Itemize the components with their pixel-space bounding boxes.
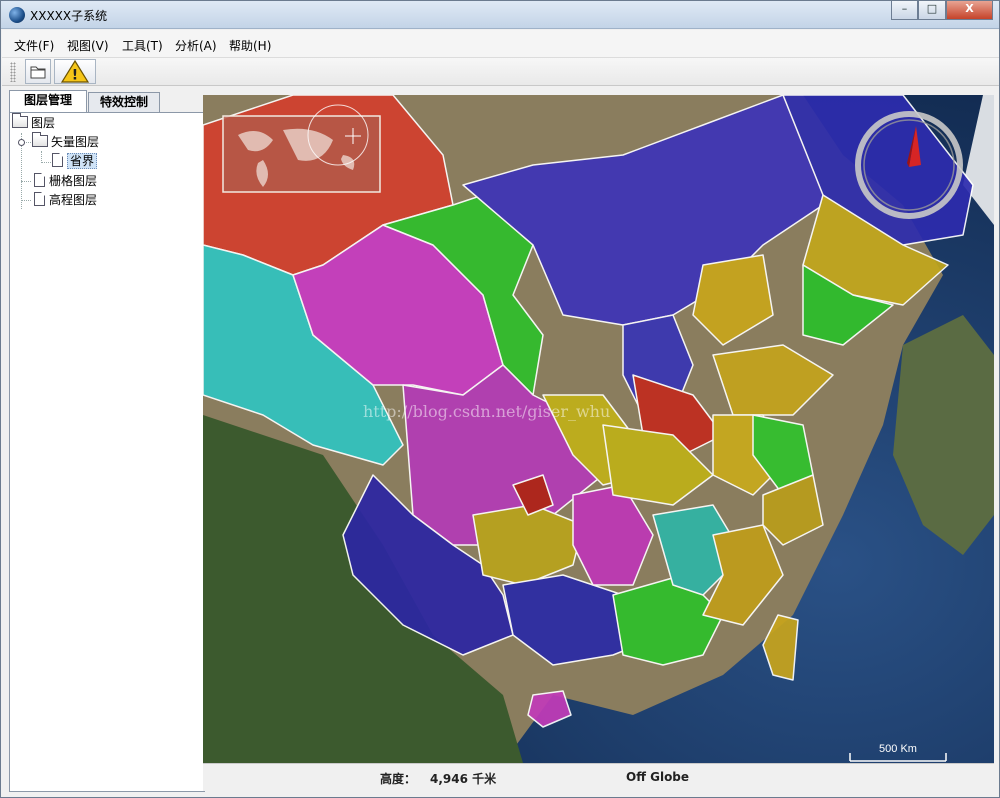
tree-connector xyxy=(21,200,31,201)
collapse-toggle-icon[interactable] xyxy=(17,138,26,147)
window-title: XXXXX子系统 xyxy=(30,9,108,23)
tab-effects-control[interactable]: 特效控制 xyxy=(88,92,160,112)
minimize-button[interactable]: – xyxy=(891,1,918,20)
file-icon xyxy=(34,192,45,206)
tree-node-label: 省界 xyxy=(67,153,98,169)
open-folder-icon xyxy=(30,66,46,79)
toolbar: ! xyxy=(2,58,999,86)
close-button[interactable]: X xyxy=(946,1,993,20)
tab-layer-management[interactable]: 图层管理 xyxy=(9,90,87,113)
tree-node-province-boundary[interactable]: 省界 xyxy=(52,152,98,170)
tree-node-label: 高程图层 xyxy=(49,193,98,207)
menu-file[interactable]: 文件(F) xyxy=(14,37,54,54)
file-icon xyxy=(34,173,45,187)
title-bar[interactable]: XXXXX子系统 – □ X xyxy=(1,1,999,29)
altitude-value: 4,946 千米 xyxy=(430,772,497,786)
menu-help[interactable]: 帮助(H) xyxy=(229,37,271,54)
province-map[interactable]: 500 Km http://blog.csdn.net/giser_whu xyxy=(203,95,994,763)
tree-node-raster-layers[interactable]: 栅格图层 xyxy=(34,172,97,190)
tree-node-label: 栅格图层 xyxy=(49,174,98,188)
overview-map[interactable] xyxy=(222,104,381,193)
layer-panel: 图层管理 特效控制 图层 矢量图层 省界 栅格图层 高程图层 xyxy=(5,90,205,793)
tree-connector xyxy=(41,162,51,163)
scale-label: 500 Km xyxy=(879,743,917,755)
globe-icon xyxy=(9,7,25,23)
menu-bar: 文件(F) 视图(V) 工具(T) 分析(A) 帮助(H) xyxy=(2,30,999,58)
layer-tree: 图层 矢量图层 省界 栅格图层 高程图层 xyxy=(9,112,205,792)
status-bar: 高度： 4,946 千米 Off Globe xyxy=(203,763,994,791)
open-button[interactable] xyxy=(25,59,51,84)
tree-connector xyxy=(21,181,31,182)
menu-view[interactable]: 视图(V) xyxy=(67,37,109,54)
tree-node-label: 矢量图层 xyxy=(51,135,100,149)
watermark-text: http://blog.csdn.net/giser_whu xyxy=(363,402,610,421)
tree-node-vector-layers[interactable]: 矢量图层 xyxy=(32,132,100,151)
maximize-button[interactable]: □ xyxy=(918,1,946,20)
tree-node-root[interactable]: 图层 xyxy=(12,113,56,132)
warning-icon: ! xyxy=(60,59,90,84)
warning-button[interactable]: ! xyxy=(54,59,96,84)
folder-icon xyxy=(32,132,48,147)
tree-node-label: 图层 xyxy=(31,116,56,130)
warning-glyph: ! xyxy=(72,68,78,84)
menu-analysis[interactable]: 分析(A) xyxy=(175,37,217,54)
globe-status: Off Globe xyxy=(626,770,690,784)
globe-map-view[interactable]: 500 Km http://blog.csdn.net/giser_whu xyxy=(203,95,994,763)
altitude-label: 高度： xyxy=(380,772,417,786)
app-window: XXXXX子系统 – □ X 文件(F) 视图(V) 工具(T) 分析(A) 帮… xyxy=(0,0,1000,798)
file-icon xyxy=(52,153,63,167)
folder-icon xyxy=(12,113,28,128)
tree-node-elevation-layers[interactable]: 高程图层 xyxy=(34,191,97,209)
menu-tools[interactable]: 工具(T) xyxy=(122,37,163,54)
toolbar-grip[interactable] xyxy=(10,62,16,82)
